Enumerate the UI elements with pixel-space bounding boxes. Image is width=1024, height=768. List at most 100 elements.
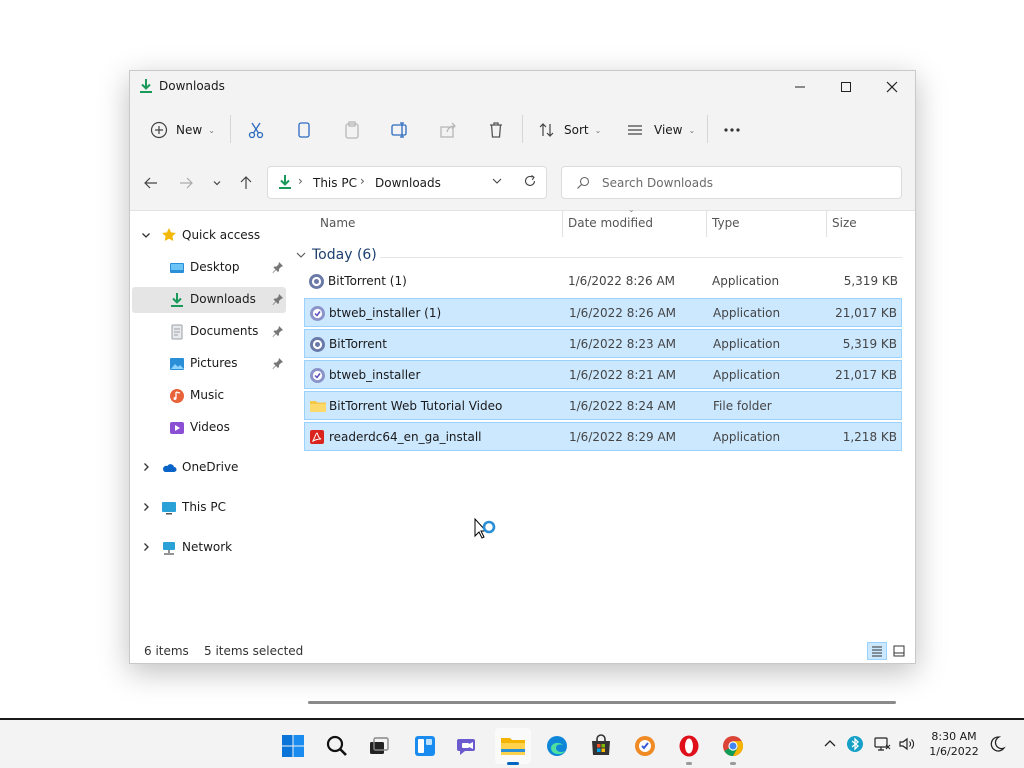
file-row-bittorrent-1[interactable]: BitTorrent (1) 1/6/2022 8:26 AM Applicat… xyxy=(304,267,902,296)
recent-locations-button[interactable] xyxy=(207,173,227,193)
paste-button[interactable] xyxy=(342,117,362,143)
sort-button[interactable]: Sort ⌄ xyxy=(538,117,601,143)
sidebar-item-this-pc[interactable]: This PC xyxy=(132,495,286,521)
avast-browser-button[interactable] xyxy=(627,728,663,764)
file-row-bittorrent[interactable]: BitTorrent 1/6/2022 8:23 AM Application … xyxy=(304,329,902,358)
chrome-button[interactable] xyxy=(715,728,751,765)
sidebar-item-label: Quick access xyxy=(182,228,261,242)
sidebar-item-videos[interactable]: Videos xyxy=(132,415,286,441)
column-divider[interactable] xyxy=(562,211,563,237)
sidebar-item-desktop[interactable]: Desktop xyxy=(132,255,286,281)
breadcrumb-this-pc[interactable]: This PC xyxy=(313,176,357,190)
more-options-button[interactable] xyxy=(722,117,742,143)
column-header-date[interactable]: Date modified xyxy=(568,216,653,230)
column-header-name[interactable]: Name xyxy=(320,216,355,230)
focus-moon-icon xyxy=(990,736,1006,752)
store-button[interactable] xyxy=(583,728,619,764)
file-name: BitTorrent xyxy=(329,337,387,351)
group-divider xyxy=(380,257,902,258)
details-view-button[interactable] xyxy=(867,642,887,660)
share-button[interactable] xyxy=(438,117,458,143)
title-bar[interactable]: Downloads xyxy=(130,71,915,103)
delete-button[interactable] xyxy=(486,117,506,143)
sidebar-item-onedrive[interactable]: OneDrive xyxy=(132,455,286,481)
item-count: 6 items xyxy=(144,644,189,658)
file-date: 1/6/2022 8:26 AM xyxy=(568,274,676,288)
start-button[interactable] xyxy=(275,728,311,764)
column-divider[interactable] xyxy=(706,211,707,237)
copy-button[interactable] xyxy=(294,117,314,143)
clock-time: 8:30 AM xyxy=(931,730,977,743)
breadcrumb-downloads[interactable]: Downloads xyxy=(375,176,441,190)
network-icon xyxy=(161,540,177,559)
maximize-button[interactable] xyxy=(823,71,869,103)
sidebar-item-label: Pictures xyxy=(190,356,238,370)
refresh-button[interactable] xyxy=(523,174,537,191)
file-row-bittorrent-web-tutorial-video[interactable]: BitTorrent Web Tutorial Video 1/6/2022 8… xyxy=(304,391,902,420)
group-header-today[interactable]: Today (6) xyxy=(295,247,377,263)
horizontal-scrollbar[interactable] xyxy=(308,701,896,704)
btweb-icon xyxy=(309,367,326,387)
file-explorer-window: Downloads New ⌄ Sort ⌄ View ⌄ › This PC … xyxy=(129,70,916,704)
column-header-type[interactable]: Type xyxy=(712,216,740,230)
pin-icon[interactable] xyxy=(272,325,284,340)
cut-button[interactable] xyxy=(246,117,266,143)
sidebar-item-network[interactable]: Network xyxy=(132,535,286,561)
pin-icon[interactable] xyxy=(272,261,284,276)
minimize-button[interactable] xyxy=(777,71,823,103)
network-tray-button[interactable] xyxy=(872,734,892,754)
chat-button[interactable] xyxy=(450,728,486,764)
task-view-button[interactable] xyxy=(361,728,397,764)
address-dropdown-button[interactable] xyxy=(491,175,503,190)
chevron-right-icon: › xyxy=(360,174,365,188)
details-view-icon xyxy=(872,646,882,657)
opera-button[interactable] xyxy=(671,728,707,765)
pin-icon[interactable] xyxy=(272,293,284,308)
opera-icon xyxy=(679,735,699,757)
tiles-view-button[interactable] xyxy=(889,642,909,660)
file-type: Application xyxy=(713,337,781,351)
file-date: 1/6/2022 8:29 AM xyxy=(569,430,677,444)
sidebar-item-label: Network xyxy=(182,540,233,554)
forward-button[interactable] xyxy=(176,173,196,193)
up-button[interactable] xyxy=(236,173,256,193)
widgets-button[interactable] xyxy=(407,728,443,764)
address-bar[interactable]: › This PC › Downloads xyxy=(267,166,547,199)
sidebar-item-pictures[interactable]: Pictures xyxy=(132,351,286,377)
file-row-btweb-installer[interactable]: btweb_installer 1/6/2022 8:21 AM Applica… xyxy=(304,360,902,389)
rename-button[interactable] xyxy=(390,117,410,143)
file-row-readerdc64-en-ga-install[interactable]: readerdc64_en_ga_install 1/6/2022 8:29 A… xyxy=(304,422,902,451)
volume-tray-button[interactable] xyxy=(897,734,917,754)
sidebar-item-documents[interactable]: Documents xyxy=(132,319,286,345)
bluetooth-tray-button[interactable] xyxy=(845,734,865,754)
downloads-icon xyxy=(138,78,154,97)
column-header-size[interactable]: Size xyxy=(832,216,857,230)
network-status-icon xyxy=(874,737,891,751)
navigation-row: › This PC › Downloads Search Downloads xyxy=(130,156,915,211)
show-hidden-icons-button[interactable] xyxy=(820,734,840,754)
close-button[interactable] xyxy=(869,71,915,103)
taskbar-clock[interactable]: 8:30 AM 1/6/2022 xyxy=(922,729,986,759)
file-explorer-taskbar-button[interactable] xyxy=(495,728,531,765)
back-button[interactable] xyxy=(141,173,161,193)
file-name: BitTorrent (1) xyxy=(328,274,407,288)
column-divider[interactable] xyxy=(826,211,827,237)
edge-button[interactable] xyxy=(539,728,575,764)
arrow-left-icon xyxy=(144,177,157,189)
sidebar-item-downloads[interactable]: Downloads xyxy=(132,287,286,313)
new-button[interactable]: New ⌄ xyxy=(150,117,215,143)
sort-indicator-icon: ⌄ xyxy=(628,205,635,214)
search-box[interactable]: Search Downloads xyxy=(561,166,902,199)
taskbar: 8:30 AM 1/6/2022 xyxy=(0,718,1024,768)
sidebar-item-music[interactable]: Music xyxy=(132,383,286,409)
file-row-btweb-installer-1[interactable]: btweb_installer (1) 1/6/2022 8:26 AM App… xyxy=(304,298,902,327)
view-button[interactable]: View ⌄ xyxy=(626,117,695,143)
sidebar-item-quick-access[interactable]: Quick access xyxy=(132,223,286,249)
delete-icon xyxy=(490,122,502,138)
notifications-button[interactable] xyxy=(987,734,1007,754)
folder-icon xyxy=(309,398,327,417)
taskbar-search-button[interactable] xyxy=(319,728,355,764)
pin-icon[interactable] xyxy=(272,357,284,372)
sidebar-item-label: OneDrive xyxy=(182,460,239,474)
sidebar-item-label: Documents xyxy=(190,324,259,338)
